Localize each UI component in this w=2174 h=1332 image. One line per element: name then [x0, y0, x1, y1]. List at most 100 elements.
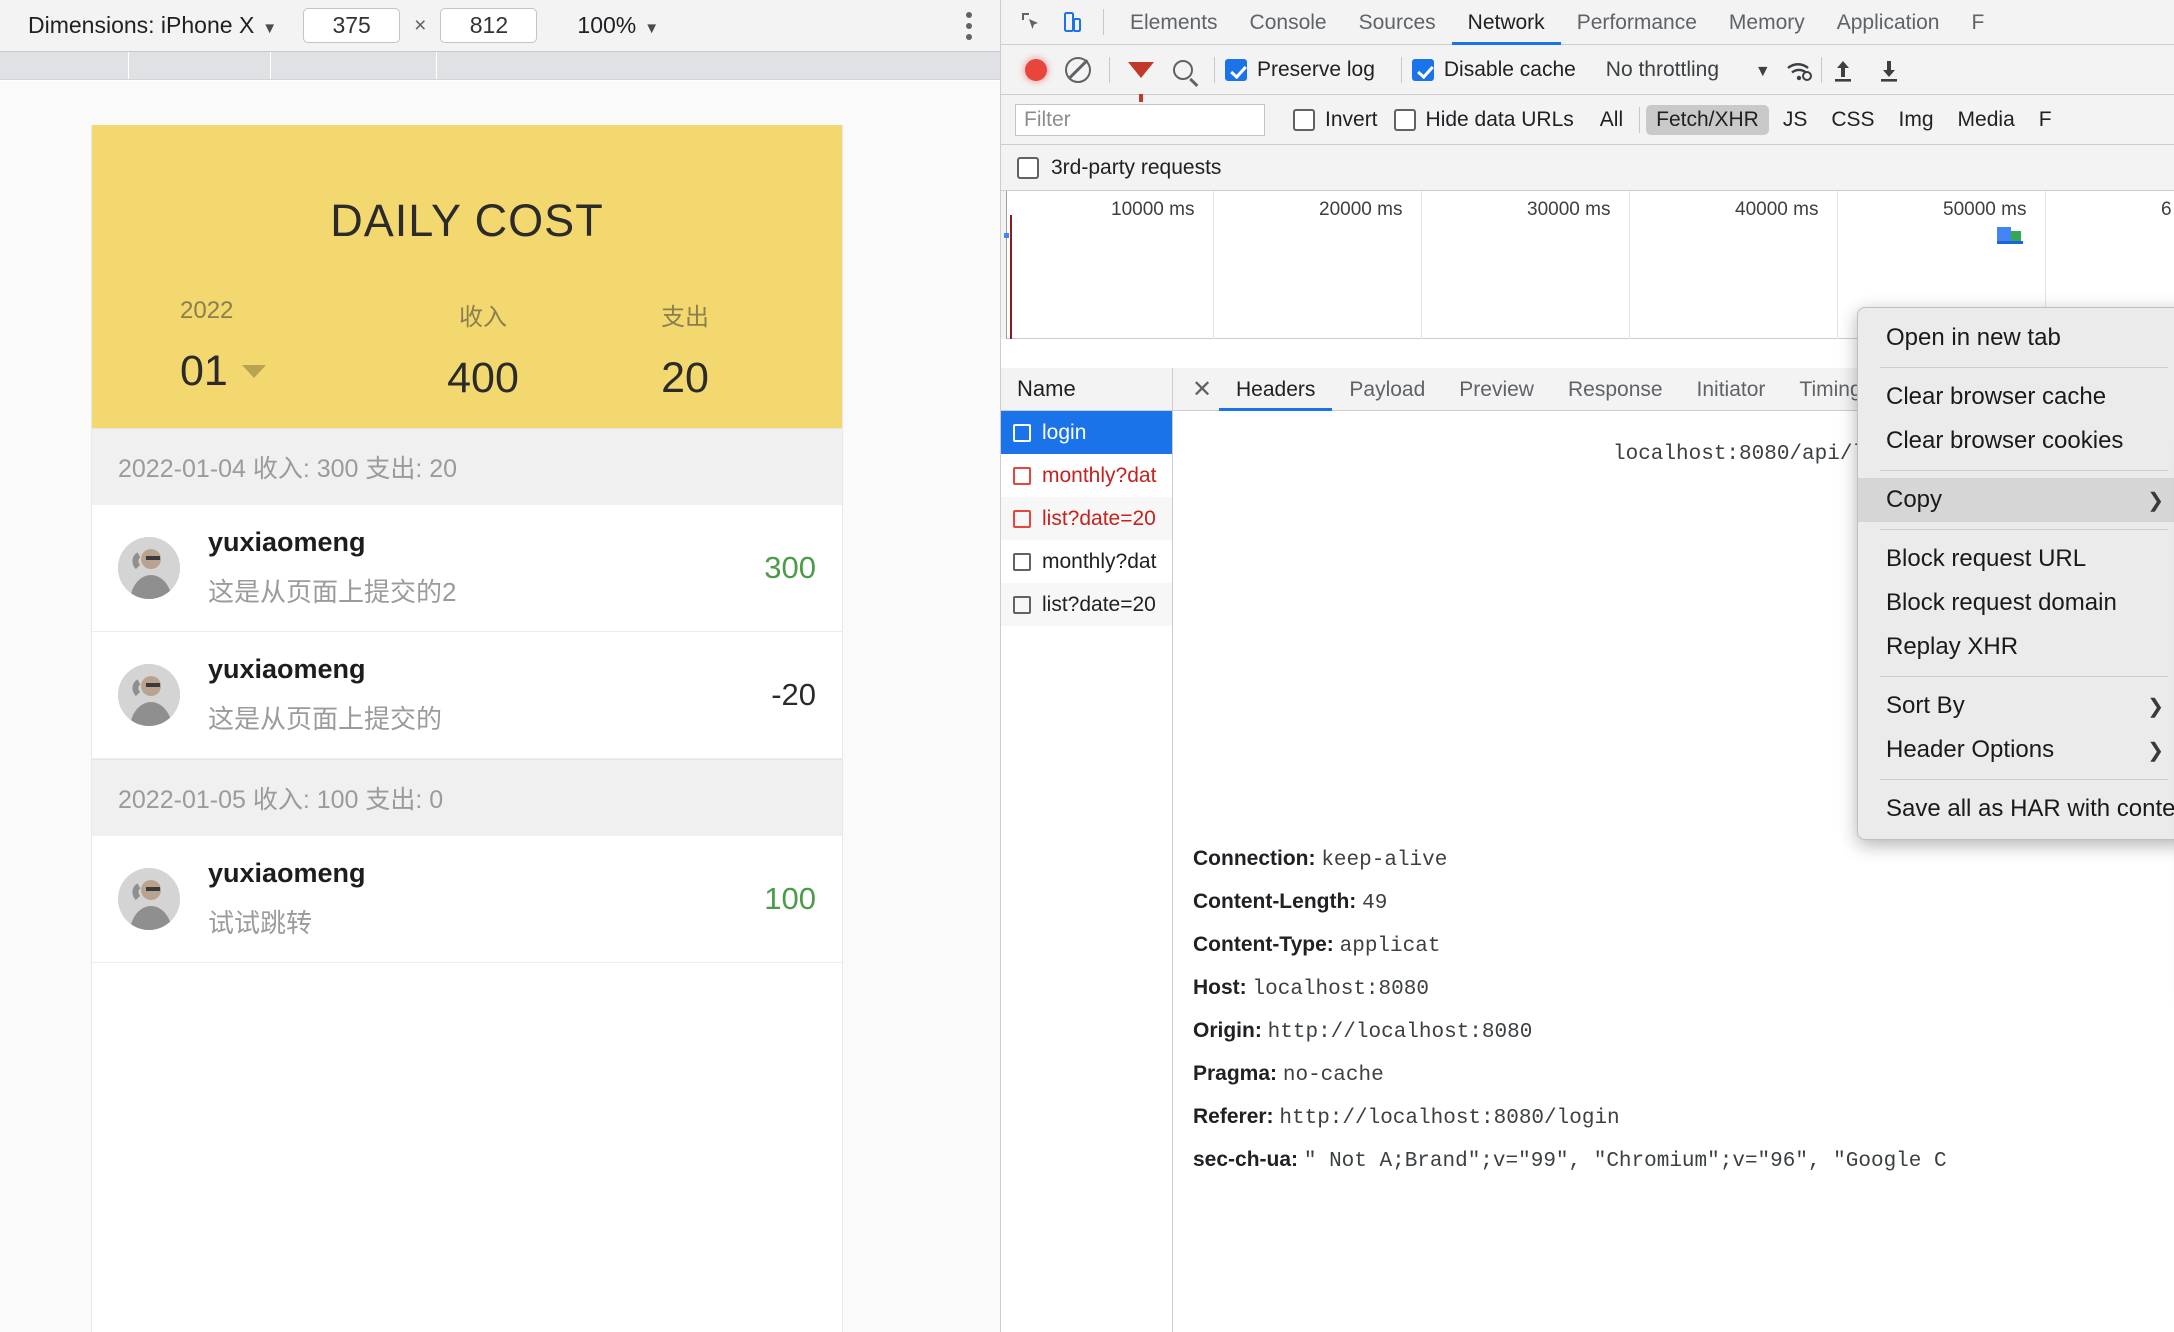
header-host: Host: localhost:8080: [1193, 967, 2174, 1010]
menu-item-copy[interactable]: Copy❯: [1858, 478, 2174, 522]
filter-funnel-icon[interactable]: [1120, 49, 1162, 91]
checkbox-icon: [1293, 109, 1315, 131]
list-item-title: yuxiaomeng: [208, 527, 764, 558]
menu-item-label: Open in new tab: [1886, 324, 2164, 352]
throttling-dropdown[interactable]: No throttling ▼: [1606, 58, 1771, 82]
menu-item-replay-xhr[interactable]: Replay XHR: [1858, 625, 2174, 669]
close-icon[interactable]: ✕: [1185, 375, 1219, 404]
header-value: http://localhost:8080: [1268, 1021, 1533, 1044]
menu-item-block-request-url[interactable]: Block request URL: [1858, 537, 2174, 581]
list-item-amount: 300: [764, 550, 816, 586]
tab-preview[interactable]: Preview: [1442, 368, 1551, 411]
menu-item-label: Block request URL: [1886, 545, 2164, 573]
header-value: " Not A;Brand";v="99", "Chromium";v="96"…: [1304, 1150, 1947, 1173]
list-item-main: yuxiaomeng 这是从页面上提交的2: [208, 527, 764, 609]
request-row-list-1[interactable]: list?date=20: [1001, 497, 1172, 540]
menu-item-block-request-domain[interactable]: Block request domain: [1858, 581, 2174, 625]
inspect-element-icon[interactable]: [1009, 1, 1051, 43]
checkbox-icon[interactable]: [1017, 157, 1039, 179]
tab-console[interactable]: Console: [1234, 0, 1343, 45]
filter-input[interactable]: Filter: [1015, 104, 1265, 136]
zoom-dropdown[interactable]: 100%▼: [577, 12, 659, 39]
year-label: 2022: [180, 297, 382, 325]
tab-initiator[interactable]: Initiator: [1680, 368, 1783, 411]
toggle-device-toolbar-icon[interactable]: [1051, 1, 1093, 43]
menu-item-clear-browser-cache[interactable]: Clear browser cache: [1858, 375, 2174, 419]
filter-type-font[interactable]: F: [2029, 105, 2062, 135]
width-input[interactable]: 375: [303, 8, 400, 43]
tab-sources[interactable]: Sources: [1343, 0, 1452, 45]
record-icon[interactable]: [1015, 49, 1057, 91]
download-arrow-icon[interactable]: [1878, 58, 1898, 82]
search-icon[interactable]: [1162, 49, 1204, 91]
checkbox-icon[interactable]: [1013, 510, 1031, 528]
income-label: 收入: [382, 297, 584, 332]
context-menu: Open in new tab Clear browser cache Clea…: [1857, 307, 2174, 840]
header-key: Pragma:: [1193, 1062, 1277, 1085]
request-name: list?date=20: [1042, 507, 1156, 531]
header-value: applicat: [1340, 935, 1441, 958]
tab-elements[interactable]: Elements: [1114, 0, 1234, 45]
filter-type-css[interactable]: CSS: [1821, 105, 1884, 135]
request-column-header[interactable]: Name: [1001, 368, 1172, 411]
list-item-title: yuxiaomeng: [208, 654, 771, 685]
phone-screen: DAILY COST 2022 01 收入 400: [92, 125, 842, 1332]
menu-item-label: Block request domain: [1886, 589, 2164, 617]
tab-headers[interactable]: Headers: [1219, 368, 1332, 411]
list-item[interactable]: yuxiaomeng 这是从页面上提交的 -20: [92, 632, 842, 759]
checkbox-icon[interactable]: [1013, 553, 1031, 571]
devtools-panel: Elements Console Sources Network Perform…: [1000, 0, 2174, 1332]
header-key: sec-ch-ua:: [1193, 1148, 1298, 1171]
device-viewport: DAILY COST 2022 01 收入 400: [0, 81, 1000, 1332]
list-item-title: yuxiaomeng: [208, 858, 764, 889]
wifi-settings-icon[interactable]: [1785, 59, 1811, 81]
request-row-monthly-2[interactable]: monthly?dat: [1001, 540, 1172, 583]
list-item[interactable]: yuxiaomeng 试试跳转 100: [92, 836, 842, 963]
height-input[interactable]: 812: [440, 8, 537, 43]
month-selector[interactable]: 01: [180, 347, 382, 396]
dimensions-dropdown[interactable]: Dimensions: iPhone X▼: [28, 12, 277, 39]
tab-memory[interactable]: Memory: [1713, 0, 1821, 45]
page-title: DAILY COST: [92, 125, 842, 247]
network-toolbar: Preserve log Disable cache No throttling…: [1001, 45, 2174, 95]
menu-item-header-options[interactable]: Header Options❯: [1858, 728, 2174, 772]
upload-arrow-icon[interactable]: [1832, 58, 1852, 82]
request-row-list-2[interactable]: list?date=20: [1001, 583, 1172, 626]
tab-performance[interactable]: Performance: [1561, 0, 1713, 45]
kebab-menu-icon[interactable]: [966, 12, 972, 40]
filter-type-img[interactable]: Img: [1889, 105, 1944, 135]
checkbox-icon: [1225, 59, 1247, 81]
filter-type-all[interactable]: All: [1590, 105, 1633, 135]
tab-overflow[interactable]: F: [1955, 0, 2000, 45]
tab-payload[interactable]: Payload: [1332, 368, 1442, 411]
chevron-right-icon: ❯: [2147, 694, 2164, 719]
hide-data-urls-checkbox[interactable]: Hide data URLs: [1394, 108, 1574, 132]
invert-checkbox[interactable]: Invert: [1293, 108, 1378, 132]
menu-item-open-in-new-tab[interactable]: Open in new tab: [1858, 316, 2174, 360]
header-content-type: Content-Type: applicat: [1193, 924, 2174, 967]
request-row-login[interactable]: login: [1001, 411, 1172, 454]
header-connection: Connection: keep-alive: [1193, 838, 2174, 881]
tab-network[interactable]: Network: [1452, 0, 1561, 45]
checkbox-icon[interactable]: [1013, 596, 1031, 614]
dimensions-label: Dimensions: iPhone X: [28, 12, 254, 38]
disable-cache-checkbox[interactable]: Disable cache: [1412, 58, 1576, 82]
request-name: monthly?dat: [1042, 550, 1156, 574]
tab-application[interactable]: Application: [1821, 0, 1956, 45]
menu-item-save-all-as-har[interactable]: Save all as HAR with content: [1858, 787, 2174, 831]
menu-item-clear-browser-cookies[interactable]: Clear browser cookies: [1858, 419, 2174, 463]
list-item[interactable]: yuxiaomeng 这是从页面上提交的2 300: [92, 505, 842, 632]
checkbox-icon[interactable]: [1013, 467, 1031, 485]
checkbox-icon[interactable]: [1013, 424, 1031, 442]
tab-response[interactable]: Response: [1551, 368, 1680, 411]
menu-separator: [1880, 367, 2168, 368]
filter-type-fetch-xhr[interactable]: Fetch/XHR: [1646, 105, 1769, 135]
filter-type-js[interactable]: JS: [1773, 105, 1818, 135]
menu-item-sort-by[interactable]: Sort By❯: [1858, 684, 2174, 728]
request-row-monthly-1[interactable]: monthly?dat: [1001, 454, 1172, 497]
expense-value: 20: [584, 354, 786, 403]
clear-icon[interactable]: [1057, 49, 1099, 91]
preserve-log-checkbox[interactable]: Preserve log: [1225, 58, 1375, 82]
filter-type-media[interactable]: Media: [1948, 105, 2025, 135]
header-referer: Referer: http://localhost:8080/login: [1193, 1096, 2174, 1139]
